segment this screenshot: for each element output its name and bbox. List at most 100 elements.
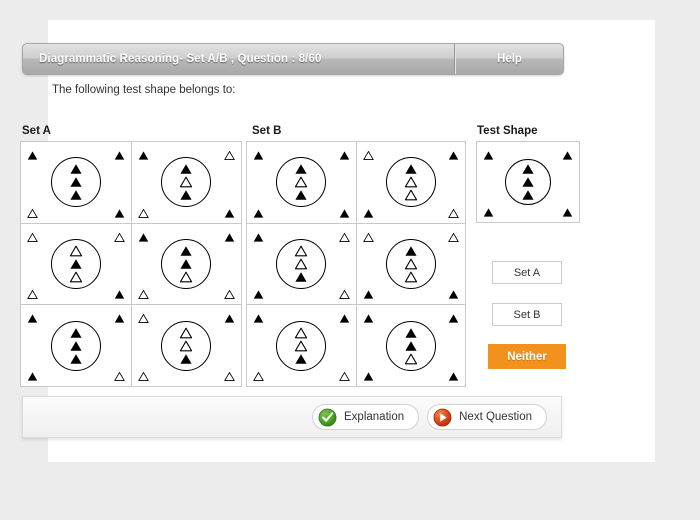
inner-triangle-stack <box>180 326 193 365</box>
corner-triangle-top-right <box>562 148 573 160</box>
corner-triangle-top-left-glyph <box>362 150 374 161</box>
page-title: Diagrammatic Reasoning- Set A/B , Questi… <box>23 44 455 74</box>
corner-triangle-bottom-right <box>448 287 459 299</box>
set-a-grid <box>20 141 242 387</box>
shape-circle <box>161 238 212 289</box>
inner-triangle-1 <box>405 164 417 175</box>
corner-triangle-top-right-glyph <box>338 232 350 242</box>
inner-triangle-1 <box>405 327 417 338</box>
inner-triangle-1 <box>295 164 307 175</box>
inner-triangle-3 <box>70 190 82 201</box>
corner-triangle-bottom-right <box>113 369 125 381</box>
shape-cell-b-4 <box>356 223 466 306</box>
answer-set-a-button[interactable]: Set A <box>492 261 562 284</box>
corner-triangle-bottom-right <box>224 206 235 218</box>
corner-triangle-top-right-glyph <box>114 151 124 160</box>
corner-triangle-top-left <box>27 148 38 160</box>
question-prompt: The following test shape belongs to: <box>52 84 236 96</box>
corner-triangle-bottom-right <box>224 287 235 300</box>
inner-triangle-1 <box>180 164 192 175</box>
inner-triangle-2 <box>295 258 308 270</box>
corner-triangle-top-right-glyph <box>113 232 125 242</box>
corner-triangle-top-left-glyph <box>27 314 38 323</box>
inner-triangle-1 <box>295 327 308 338</box>
corner-triangle-top-left-glyph <box>137 314 149 324</box>
shape-circle <box>50 157 101 208</box>
set-a-label: Set A <box>22 125 51 137</box>
inner-triangle-2 <box>180 340 193 351</box>
inner-triangle-2 <box>70 340 82 351</box>
footer-toolbar: Explanation Next Question <box>22 396 562 438</box>
corner-triangle-bottom-right-glyph <box>448 208 459 218</box>
check-circle-icon <box>318 408 337 427</box>
help-button[interactable]: Help <box>455 44 563 74</box>
corner-triangle-top-right <box>448 230 459 242</box>
corner-triangle-bottom-left <box>363 369 374 381</box>
corner-triangle-top-right-glyph <box>448 151 459 160</box>
corner-triangle-bottom-right <box>114 206 125 218</box>
corner-triangle-bottom-left-glyph <box>27 208 38 218</box>
corner-triangle-bottom-left <box>363 287 374 299</box>
corner-triangle-bottom-right <box>338 369 350 381</box>
inner-triangle-2 <box>522 177 534 187</box>
inner-triangle-1 <box>70 164 82 175</box>
corner-triangle-bottom-left-glyph <box>253 290 264 299</box>
inner-triangle-3 <box>295 272 307 282</box>
inner-triangle-3 <box>69 271 82 283</box>
shape-cell-a-2 <box>131 142 242 224</box>
corner-triangle-bottom-left <box>483 205 494 217</box>
answer-neither-button[interactable]: Neither <box>488 344 566 369</box>
inner-triangle-stack <box>295 326 308 365</box>
corner-triangle-bottom-right-glyph <box>113 371 125 381</box>
inner-triangle-2 <box>70 259 82 269</box>
inner-triangle-1 <box>70 327 82 338</box>
explanation-label: Explanation <box>344 411 405 423</box>
corner-triangle-top-right-glyph <box>448 314 459 323</box>
test-shape-label: Test Shape <box>477 125 538 137</box>
corner-triangle-bottom-left-glyph <box>137 371 149 381</box>
inner-triangle-3 <box>180 353 192 364</box>
shape-circle <box>385 320 436 371</box>
corner-triangle-bottom-left <box>253 206 264 218</box>
corner-triangle-top-left <box>137 311 149 324</box>
corner-triangle-bottom-right-glyph <box>224 290 235 300</box>
corner-triangle-top-left-glyph <box>27 151 38 160</box>
corner-triangle-top-right <box>339 311 350 323</box>
next-question-button[interactable]: Next Question <box>427 404 547 430</box>
corner-triangle-bottom-right-glyph <box>448 290 459 299</box>
question-titlebar: Diagrammatic Reasoning- Set A/B , Questi… <box>22 43 564 75</box>
inner-triangle-2 <box>70 177 82 188</box>
corner-triangle-top-left-glyph <box>138 151 148 160</box>
corner-triangle-top-right <box>448 148 459 160</box>
shape-circle <box>505 159 551 205</box>
corner-triangle-bottom-left-glyph <box>137 208 149 218</box>
corner-triangle-bottom-left-glyph <box>253 371 264 381</box>
corner-triangle-bottom-left <box>253 369 264 381</box>
corner-triangle-top-right <box>224 148 235 161</box>
corner-triangle-bottom-left-glyph <box>27 372 38 381</box>
inner-triangle-2 <box>295 176 308 188</box>
inner-triangle-3 <box>70 353 82 364</box>
shape-cell-b-1 <box>247 142 357 224</box>
inner-triangle-1 <box>405 246 417 256</box>
corner-triangle-top-right <box>224 311 235 323</box>
answer-set-b-button[interactable]: Set B <box>492 303 562 326</box>
corner-triangle-bottom-right <box>562 205 573 217</box>
inner-triangle-1 <box>180 327 193 338</box>
inner-triangle-stack <box>69 163 82 202</box>
corner-triangle-top-left-glyph <box>138 233 148 242</box>
shape-cell-a-1 <box>21 142 132 224</box>
shape-cell-b-3 <box>247 223 357 306</box>
shape-cell-a-3 <box>21 223 132 306</box>
explanation-button[interactable]: Explanation <box>312 404 420 430</box>
shape-circle <box>385 238 436 289</box>
corner-triangle-top-left <box>253 311 264 323</box>
corner-triangle-bottom-left <box>137 206 149 218</box>
corner-triangle-top-left <box>253 230 264 242</box>
inner-triangle-stack <box>180 244 193 283</box>
inner-triangle-3 <box>295 353 307 364</box>
inner-triangle-2 <box>404 176 417 188</box>
corner-triangle-bottom-left <box>27 287 38 300</box>
shape-circle <box>276 238 327 289</box>
inner-triangle-stack <box>404 244 417 283</box>
